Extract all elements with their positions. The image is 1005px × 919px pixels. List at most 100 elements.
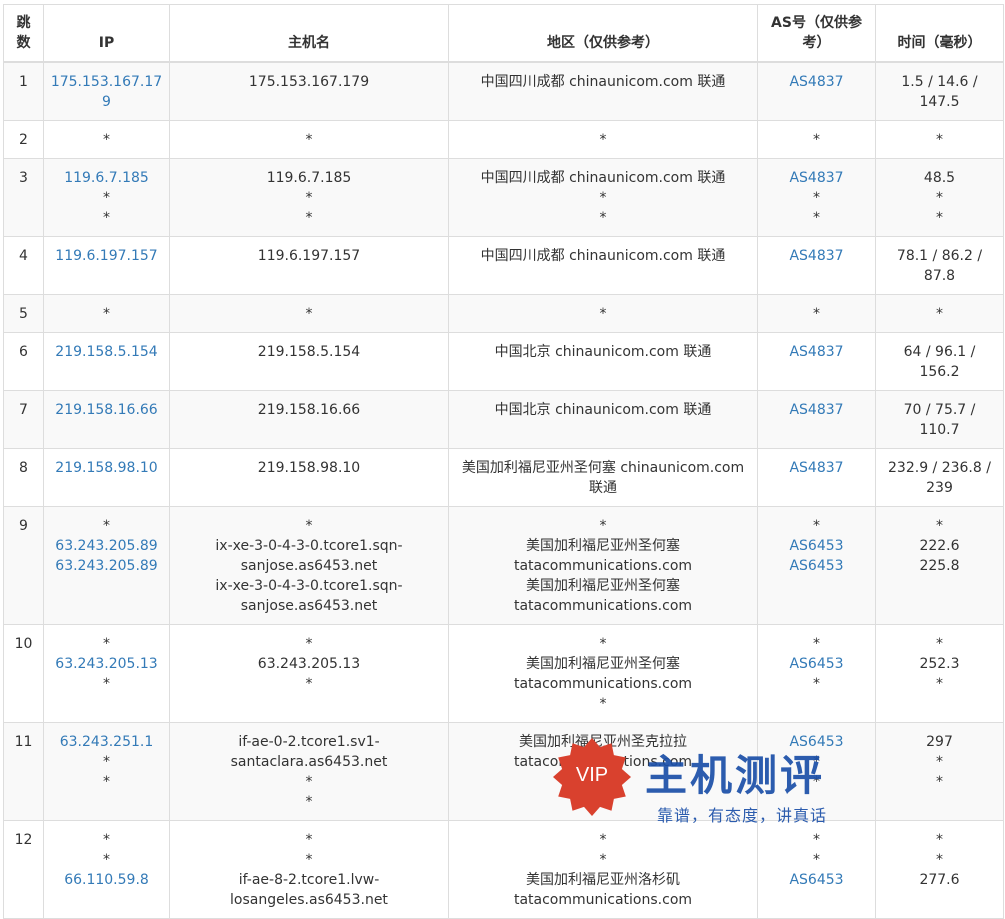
no-response-marker: * <box>103 210 110 226</box>
no-response-marker: * <box>103 636 110 652</box>
no-response-marker: * <box>936 190 943 206</box>
no-response-marker: * <box>813 190 820 206</box>
ip-cell: 219.158.16.66 <box>43 390 170 449</box>
ip-link[interactable]: 63.243.205.89 <box>50 556 163 576</box>
host-cell: 219.158.5.154 <box>169 332 449 391</box>
hop-cell: 7 <box>3 390 44 449</box>
time-value: 64 / 96.1 / 156.2 <box>903 344 976 380</box>
as-link[interactable]: AS6453 <box>764 536 869 556</box>
hop-cell: 10 <box>3 624 44 723</box>
no-response-marker: * <box>305 210 313 226</box>
table-row: 8 219.158.98.10 219.158.98.10 美国加利福尼亚州圣何塞 c… <box>3 448 1004 507</box>
ip-link[interactable]: 63.243.205.89 <box>50 536 163 556</box>
no-response-marker: * <box>936 676 943 692</box>
no-response-marker: * <box>305 794 313 810</box>
region-cell: 美国加利福尼亚州圣何塞 chinaunicom.com 联通 <box>448 448 758 507</box>
region-cell: 中国四川成都 chinaunicom.com 联通 <box>448 236 758 295</box>
table-row: 4 119.6.197.157 119.6.197.157 中国四川成都 chinau… <box>3 236 1004 295</box>
ip-link[interactable]: 63.243.205.13 <box>50 654 163 674</box>
as-link[interactable]: AS6453 <box>764 732 869 752</box>
region-cell: * 美国加利福尼亚州圣何塞 tatacommunications.com * <box>448 624 758 723</box>
no-response-marker: * <box>936 518 943 534</box>
region-cell: 中国北京 chinaunicom.com 联通 <box>448 332 758 391</box>
region-value: 美国加利福尼亚州圣何塞 tatacommunications.com <box>513 656 693 692</box>
as-link[interactable]: AS4837 <box>764 342 869 362</box>
no-response-marker: * <box>936 774 943 790</box>
no-response-marker: * <box>103 676 110 692</box>
host-cell: 119.6.197.157 <box>169 236 449 295</box>
no-response-marker: * <box>813 676 820 692</box>
as-cell: AS4837 <box>757 332 876 391</box>
host-value: if-ae-0-2.tcore1.sv1-santaclara.as6453.n… <box>230 734 388 770</box>
no-response-marker: * <box>936 852 943 868</box>
ip-link[interactable]: 219.158.98.10 <box>50 458 163 478</box>
time-value: 252.3 <box>919 656 960 672</box>
ip-link[interactable]: 219.158.16.66 <box>50 400 163 420</box>
time-cell: 1.5 / 14.6 / 147.5 <box>875 61 1004 121</box>
as-cell: AS4837 * * <box>757 158 876 237</box>
host-cell: * 63.243.205.13 * <box>169 624 449 723</box>
no-response-marker: * <box>305 306 313 322</box>
region-value: 中国四川成都 chinaunicom.com 联通 <box>480 170 726 186</box>
as-link[interactable]: AS6453 <box>764 870 869 890</box>
ip-cell: * 63.243.205.89 63.243.205.89 <box>43 506 170 625</box>
no-response-marker: * <box>599 636 607 652</box>
as-link[interactable]: AS6453 <box>764 654 869 674</box>
region-cell: 中国四川成都 chinaunicom.com 联通 <box>448 61 758 121</box>
header-host: 主机名 <box>169 4 449 63</box>
no-response-marker: * <box>599 774 607 790</box>
no-response-marker: * <box>813 306 820 322</box>
ip-link[interactable]: 175.153.167.179 <box>50 72 163 112</box>
no-response-marker: * <box>813 210 820 226</box>
ip-link[interactable]: 119.6.197.157 <box>50 246 163 266</box>
host-value: 219.158.16.66 <box>257 402 361 418</box>
hop-cell: 11 <box>3 722 44 821</box>
as-link[interactable]: AS4837 <box>764 72 869 92</box>
region-value: 美国加利福尼亚州圣何塞 tatacommunications.com <box>513 538 693 574</box>
ip-cell: 119.6.7.185 * * <box>43 158 170 237</box>
no-response-marker: * <box>936 832 943 848</box>
time-cell: * <box>875 120 1004 159</box>
hop-cell: 9 <box>3 506 44 625</box>
as-cell: AS4837 <box>757 236 876 295</box>
as-link[interactable]: AS6453 <box>764 556 869 576</box>
no-response-marker: * <box>936 210 943 226</box>
as-cell: AS4837 <box>757 390 876 449</box>
time-cell: * 252.3 * <box>875 624 1004 723</box>
as-link[interactable]: AS4837 <box>764 168 869 188</box>
time-value: 78.1 / 86.2 / 87.8 <box>896 248 983 284</box>
ip-link[interactable]: 66.110.59.8 <box>50 870 163 890</box>
table-row: 2 * * * * * <box>3 120 1004 159</box>
time-cell: * * 277.6 <box>875 820 1004 919</box>
no-response-marker: * <box>305 832 313 848</box>
table-row: 7 219.158.16.66 219.158.16.66 中国北京 chinauni… <box>3 390 1004 449</box>
no-response-marker: * <box>103 832 110 848</box>
no-response-marker: * <box>305 852 313 868</box>
as-link[interactable]: AS4837 <box>764 246 869 266</box>
ip-cell: * <box>43 120 170 159</box>
region-value: 美国加利福尼亚州圣克拉拉 tatacommunications.com <box>513 734 693 770</box>
time-value: 225.8 <box>919 558 960 574</box>
ip-link[interactable]: 119.6.7.185 <box>50 168 163 188</box>
as-link[interactable]: AS4837 <box>764 400 869 420</box>
hop-cell: 12 <box>3 820 44 919</box>
no-response-marker: * <box>305 132 313 148</box>
table-row: 9 * 63.243.205.89 63.243.205.89 * ix-xe-3-0-4… <box>3 506 1004 625</box>
region-cell: * <box>448 294 758 333</box>
no-response-marker: * <box>813 518 820 534</box>
region-cell: * <box>448 120 758 159</box>
hop-cell: 2 <box>3 120 44 159</box>
no-response-marker: * <box>103 306 110 322</box>
no-response-marker: * <box>305 636 313 652</box>
no-response-marker: * <box>813 636 820 652</box>
ip-link[interactable]: 219.158.5.154 <box>50 342 163 362</box>
no-response-marker: * <box>599 696 607 712</box>
as-cell: * <box>757 120 876 159</box>
region-value: 美国加利福尼亚州圣何塞 tatacommunications.com <box>513 578 693 614</box>
region-value: 中国北京 chinaunicom.com 联通 <box>494 402 712 418</box>
header-hop: 跳数 <box>3 4 44 63</box>
ip-link[interactable]: 63.243.251.1 <box>50 732 163 752</box>
no-response-marker: * <box>599 832 607 848</box>
as-link[interactable]: AS4837 <box>764 458 869 478</box>
table-header: 跳数 IP 主机名 地区（仅供参考） AS号（仅供参考） 时间（毫秒） <box>3 4 1004 63</box>
